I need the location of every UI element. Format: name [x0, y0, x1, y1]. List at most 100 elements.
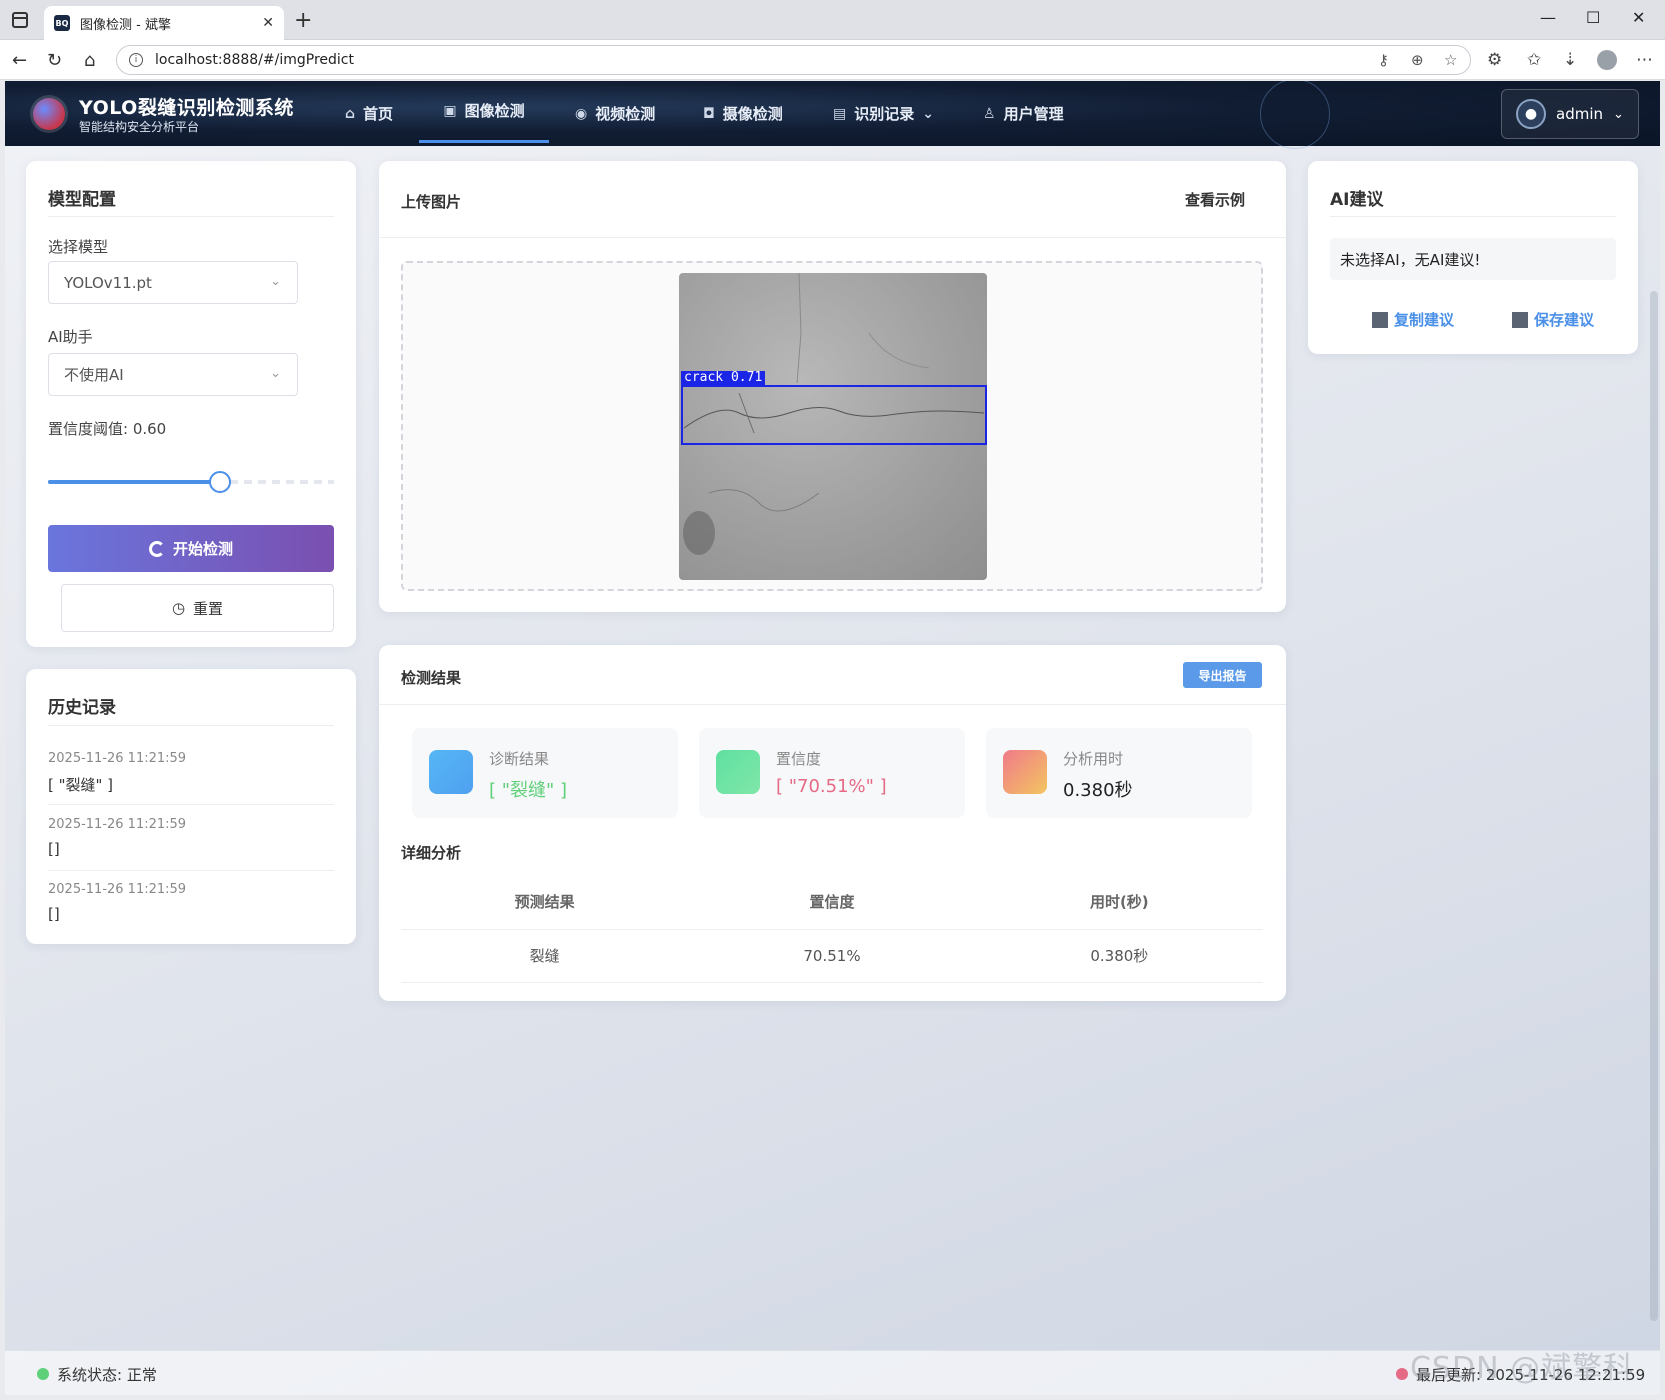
history-value: [ "裂缝" ]	[48, 776, 114, 794]
nav-video-detect[interactable]: ◉ 视频检测	[575, 81, 655, 146]
history-item[interactable]: 2025-11-26 11:21:59 [ "裂缝" ]	[48, 751, 334, 805]
user-icon: ♙	[983, 105, 996, 122]
chevron-down-icon: ⌄	[270, 366, 281, 381]
model-config-card: 模型配置 选择模型 YOLOv11.pt ⌄ AI助手 不使用AI ⌄ 置信度阈…	[26, 161, 356, 647]
back-icon[interactable]: ←	[12, 50, 27, 71]
nav-camera-detect-label: 摄像检测	[722, 105, 783, 123]
profile-icon[interactable]	[1597, 50, 1617, 70]
url-text: localhost:8888/#/imgPredict	[155, 52, 354, 68]
divider	[1330, 216, 1616, 217]
minimize-icon[interactable]: —	[1540, 8, 1556, 27]
reset-label: 重置	[193, 599, 224, 618]
video-icon: ◉	[575, 105, 588, 122]
history-item[interactable]: 2025-11-26 11:21:59 []	[48, 817, 334, 871]
site-info-icon[interactable]: i	[129, 53, 143, 67]
model-label: 选择模型	[48, 238, 109, 256]
home-browser-icon[interactable]: ⌂	[84, 50, 95, 71]
close-window-icon[interactable]: ✕	[1632, 8, 1645, 27]
tab-actions-icon[interactable]	[12, 12, 28, 28]
new-tab-icon[interactable]: +	[294, 8, 312, 33]
top-navbar: YOLO裂缝识别检测系统 智能结构安全分析平台 ⌂ 首页 ▣ 图像检测 ◉ 视频…	[5, 81, 1660, 149]
stat-value: [ "裂缝" ]	[489, 780, 568, 801]
table-cell: 70.51%	[803, 947, 861, 965]
history-time: 2025-11-26 11:21:59	[48, 882, 187, 897]
nav-home[interactable]: ⌂ 首页	[345, 81, 393, 146]
copy-suggestion-button[interactable]: 复制建议	[1372, 309, 1454, 330]
threshold-label: 置信度阈值: 0.60	[48, 420, 167, 438]
tab-title: 图像检测 - 斌擎	[80, 17, 171, 33]
divider	[48, 216, 334, 217]
nav-records-label: 识别记录	[854, 105, 915, 123]
divider	[48, 725, 334, 726]
more-icon[interactable]: ⋯	[1636, 50, 1653, 70]
history-time: 2025-11-26 11:21:59	[48, 817, 187, 832]
watermark: CSDN @斌擎科技	[1410, 1351, 1635, 1386]
divider	[379, 704, 1286, 705]
nav-records[interactable]: ▤ 识别记录 ⌄	[833, 81, 934, 146]
download-icon[interactable]: ⇣	[1563, 50, 1577, 70]
reset-button[interactable]: ◷ 重置	[61, 584, 334, 632]
decorative-ring	[1260, 81, 1330, 149]
extensions-icon[interactable]: ⚙	[1487, 50, 1502, 70]
timer-icon	[1003, 750, 1047, 794]
threshold-slider-handle[interactable]	[209, 471, 231, 493]
result-card: 检测结果 导出报告 诊断结果 [ "裂缝" ] 置信度 [ "70.51%" ]…	[379, 645, 1286, 1001]
model-select[interactable]: YOLOv11.pt ⌄	[48, 261, 298, 304]
start-detect-button[interactable]: 开始检测	[48, 525, 334, 572]
nav-camera-detect[interactable]: ◘ 摄像检测	[703, 81, 783, 146]
history-item[interactable]: 2025-11-26 11:21:59 []	[48, 882, 334, 923]
home-icon: ⌂	[345, 105, 356, 122]
save-icon	[1512, 311, 1528, 328]
page-scrollbar[interactable]	[1650, 291, 1658, 1321]
diagnosis-icon	[429, 750, 473, 794]
zoom-icon[interactable]: ⊕	[1411, 51, 1424, 69]
nav-image-detect[interactable]: ▣ 图像检测	[419, 81, 549, 143]
save-suggestion-button[interactable]: 保存建议	[1512, 309, 1594, 330]
address-bar: ← ↻ ⌂ i localhost:8888/#/imgPredict ⚷ ⊕ …	[0, 40, 1665, 80]
save-suggestion-label: 保存建议	[1534, 311, 1595, 329]
image-icon: ▣	[443, 102, 457, 119]
app-root: YOLO裂缝识别检测系统 智能结构安全分析平台 ⌂ 首页 ▣ 图像检测 ◉ 视频…	[5, 81, 1660, 1395]
card-title: 上传图片	[401, 193, 462, 211]
browser-tab[interactable]: BQ 图像检测 - 斌擎 ✕	[44, 6, 284, 40]
nav-users[interactable]: ♙ 用户管理	[983, 81, 1064, 146]
logo-icon	[33, 98, 65, 130]
column-header: 用时(秒)	[1089, 893, 1149, 911]
card-title: 模型配置	[48, 190, 116, 210]
update-indicator-icon	[1396, 1368, 1408, 1380]
table-header: 预测结果 置信度 用时(秒)	[401, 875, 1263, 930]
status-ok-icon	[37, 1368, 49, 1380]
stat-value: 0.380秒	[1063, 780, 1133, 801]
favorite-star-icon[interactable]: ☆	[1444, 51, 1457, 69]
favorites-icon[interactable]: ✩	[1527, 50, 1541, 70]
nav-users-label: 用户管理	[1003, 105, 1064, 123]
close-tab-icon[interactable]: ✕	[262, 15, 274, 31]
export-report-button[interactable]: 导出报告	[1183, 662, 1262, 688]
ai-select-value: 不使用AI	[64, 366, 124, 384]
chevron-down-icon: ⌄	[270, 274, 281, 289]
card-title: 历史记录	[48, 698, 116, 718]
table-row: 裂缝 70.51% 0.380秒	[401, 930, 1263, 983]
column-header: 置信度	[809, 893, 855, 911]
detection-label: crack 0.71	[681, 371, 766, 385]
upload-card: 上传图片 查看示例 crack 0.71	[379, 161, 1286, 612]
view-example-link[interactable]: 查看示例	[1185, 189, 1245, 210]
user-menu[interactable]: ● admin ⌄	[1501, 89, 1639, 139]
maximize-icon[interactable]: ☐	[1586, 8, 1600, 27]
ai-message: 未选择AI，无AI建议!	[1330, 238, 1616, 280]
reload-icon[interactable]: ↻	[47, 50, 62, 71]
key-icon[interactable]: ⚷	[1378, 51, 1389, 69]
username: admin	[1556, 105, 1603, 123]
divider	[379, 237, 1286, 238]
ai-select[interactable]: 不使用AI ⌄	[48, 353, 298, 396]
refresh-icon: ◷	[171, 599, 186, 617]
nav-image-detect-label: 图像检测	[464, 102, 525, 120]
detail-title: 详细分析	[401, 844, 462, 862]
nav-video-detect-label: 视频检测	[595, 105, 656, 123]
url-field[interactable]: i localhost:8888/#/imgPredict	[116, 45, 1471, 75]
document-icon: ▤	[833, 105, 847, 122]
history-value: []	[48, 840, 60, 858]
tab-strip: BQ 图像检测 - 斌擎 ✕ + — ☐ ✕	[0, 0, 1665, 40]
stat-label: 置信度	[776, 750, 822, 768]
upload-dropzone[interactable]: crack 0.71	[401, 261, 1263, 591]
